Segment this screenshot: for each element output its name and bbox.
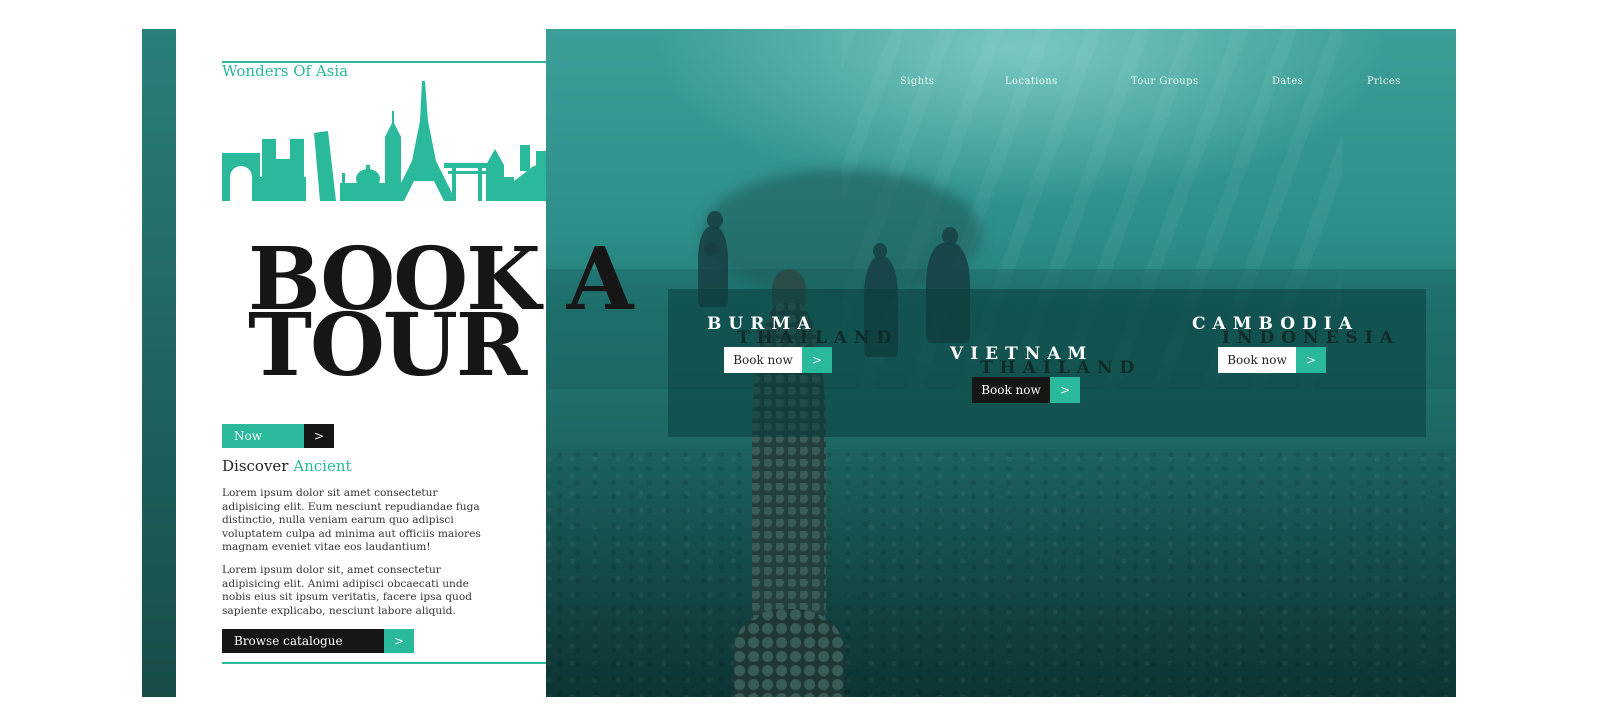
book-cambodia-button[interactable]: Book now > xyxy=(1218,347,1326,373)
figure-head xyxy=(704,242,718,256)
nav-item-prices[interactable]: Prices xyxy=(1367,76,1401,87)
nav-item-tour-groups[interactable]: Tour Groups xyxy=(1131,76,1198,87)
book-now-button[interactable]: Now > xyxy=(222,424,334,448)
brand-logo[interactable]: Wonders Of Asia xyxy=(222,62,348,80)
destination-title: VIETNAM xyxy=(950,344,1094,364)
page-frame: Wonders Of Asia BOOK A TOUR Now > Discov… xyxy=(142,29,1456,697)
arrow-right-icon: > xyxy=(384,629,414,653)
destination-title: CAMBODIA xyxy=(1192,314,1359,334)
destination-title: BURMA xyxy=(707,314,818,334)
book-button-label: Book now xyxy=(972,377,1050,403)
arrow-right-icon: > xyxy=(304,424,334,448)
discover-heading: Discover Ancient xyxy=(222,457,352,475)
book-now-label: Now xyxy=(222,424,304,448)
discover-heading-accent: Ancient xyxy=(293,457,352,475)
book-button-label: Book now xyxy=(1218,347,1296,373)
browse-catalogue-button[interactable]: Browse catalogue > xyxy=(222,629,414,653)
arrow-right-icon: > xyxy=(1296,347,1326,373)
book-burma-button[interactable]: Book now > xyxy=(724,347,832,373)
bottom-divider xyxy=(222,662,546,664)
intro-paragraph-1: Lorem ipsum dolor sit amet consectetur a… xyxy=(222,487,481,553)
book-vietnam-button[interactable]: Book now > xyxy=(972,377,1080,403)
intro-paragraph-2: Lorem ipsum dolor sit, amet consectetur … xyxy=(222,564,473,617)
browse-catalogue-label: Browse catalogue xyxy=(222,629,384,653)
arrow-right-icon: > xyxy=(802,347,832,373)
arrow-right-icon: > xyxy=(1050,377,1080,403)
nav-item-locations[interactable]: Locations xyxy=(1005,76,1058,87)
book-button-label: Book now xyxy=(724,347,802,373)
nav-item-dates[interactable]: Dates xyxy=(1272,76,1303,87)
skyline-landmarks-icon xyxy=(222,81,546,201)
discover-heading-plain: Discover xyxy=(222,457,289,475)
nav-item-sights[interactable]: Sights xyxy=(900,76,934,87)
hero-headline: BOOK A TOUR xyxy=(248,237,634,389)
left-edge-strip xyxy=(142,29,176,697)
